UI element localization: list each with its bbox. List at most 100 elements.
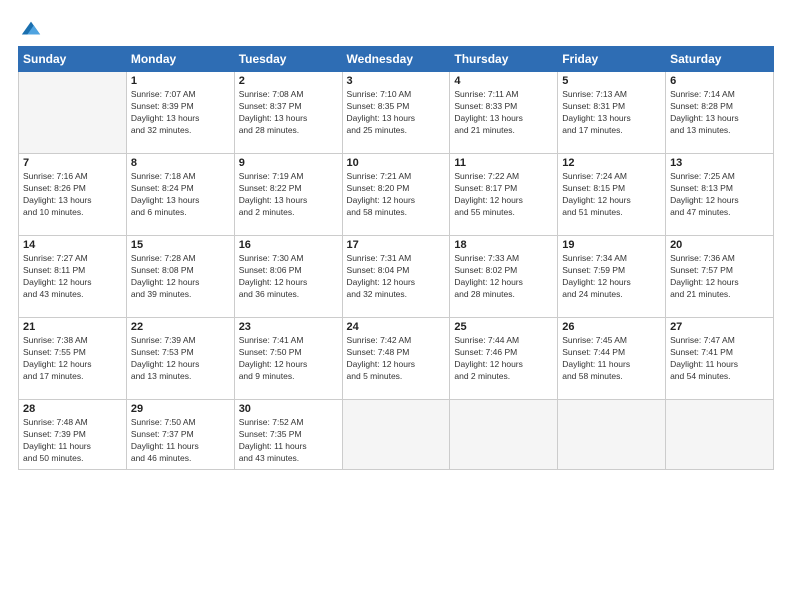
calendar-cell: 3 Sunrise: 7:10 AM Sunset: 8:35 PM Daylig… <box>342 72 450 154</box>
calendar-week-5: 28 Sunrise: 7:48 AM Sunset: 7:39 PM Dayli… <box>19 400 774 470</box>
day-number: 23 <box>239 321 338 333</box>
calendar-cell: 29 Sunrise: 7:50 AM Sunset: 7:37 PM Dayli… <box>126 400 234 470</box>
day-number: 17 <box>347 239 446 251</box>
day-number: 13 <box>670 157 769 169</box>
day-number: 14 <box>23 239 122 251</box>
day-number: 24 <box>347 321 446 333</box>
day-info: Sunrise: 7:13 AM Sunset: 8:31 PM Dayligh… <box>562 89 661 137</box>
day-info: Sunrise: 7:11 AM Sunset: 8:33 PM Dayligh… <box>454 89 553 137</box>
day-info: Sunrise: 7:30 AM Sunset: 8:06 PM Dayligh… <box>239 253 338 301</box>
calendar-cell: 13 Sunrise: 7:25 AM Sunset: 8:13 PM Dayli… <box>666 154 774 236</box>
calendar-cell: 23 Sunrise: 7:41 AM Sunset: 7:50 PM Dayli… <box>234 318 342 400</box>
day-number: 9 <box>239 157 338 169</box>
calendar-cell: 16 Sunrise: 7:30 AM Sunset: 8:06 PM Dayli… <box>234 236 342 318</box>
day-info: Sunrise: 7:14 AM Sunset: 8:28 PM Dayligh… <box>670 89 769 137</box>
calendar-table: SundayMondayTuesdayWednesdayThursdayFrid… <box>18 46 774 470</box>
calendar-cell: 26 Sunrise: 7:45 AM Sunset: 7:44 PM Dayli… <box>558 318 666 400</box>
day-info: Sunrise: 7:42 AM Sunset: 7:48 PM Dayligh… <box>347 335 446 383</box>
day-number: 8 <box>131 157 230 169</box>
day-info: Sunrise: 7:10 AM Sunset: 8:35 PM Dayligh… <box>347 89 446 137</box>
header-saturday: Saturday <box>666 47 774 72</box>
header-friday: Friday <box>558 47 666 72</box>
day-number: 26 <box>562 321 661 333</box>
calendar-cell: 1 Sunrise: 7:07 AM Sunset: 8:39 PM Daylig… <box>126 72 234 154</box>
day-info: Sunrise: 7:47 AM Sunset: 7:41 PM Dayligh… <box>670 335 769 383</box>
calendar-cell <box>342 400 450 470</box>
day-number: 29 <box>131 403 230 415</box>
day-number: 5 <box>562 75 661 87</box>
calendar-cell: 19 Sunrise: 7:34 AM Sunset: 7:59 PM Dayli… <box>558 236 666 318</box>
calendar-cell: 2 Sunrise: 7:08 AM Sunset: 8:37 PM Daylig… <box>234 72 342 154</box>
day-number: 12 <box>562 157 661 169</box>
logo-icon <box>20 18 42 40</box>
day-number: 2 <box>239 75 338 87</box>
day-number: 20 <box>670 239 769 251</box>
day-info: Sunrise: 7:39 AM Sunset: 7:53 PM Dayligh… <box>131 335 230 383</box>
calendar-cell: 27 Sunrise: 7:47 AM Sunset: 7:41 PM Dayli… <box>666 318 774 400</box>
day-info: Sunrise: 7:36 AM Sunset: 7:57 PM Dayligh… <box>670 253 769 301</box>
calendar-cell: 6 Sunrise: 7:14 AM Sunset: 8:28 PM Daylig… <box>666 72 774 154</box>
calendar-cell <box>450 400 558 470</box>
calendar-cell <box>558 400 666 470</box>
calendar-week-1: 1 Sunrise: 7:07 AM Sunset: 8:39 PM Daylig… <box>19 72 774 154</box>
day-number: 11 <box>454 157 553 169</box>
calendar-cell: 9 Sunrise: 7:19 AM Sunset: 8:22 PM Daylig… <box>234 154 342 236</box>
day-info: Sunrise: 7:45 AM Sunset: 7:44 PM Dayligh… <box>562 335 661 383</box>
day-info: Sunrise: 7:44 AM Sunset: 7:46 PM Dayligh… <box>454 335 553 383</box>
calendar-cell: 25 Sunrise: 7:44 AM Sunset: 7:46 PM Dayli… <box>450 318 558 400</box>
day-number: 7 <box>23 157 122 169</box>
day-info: Sunrise: 7:33 AM Sunset: 8:02 PM Dayligh… <box>454 253 553 301</box>
day-info: Sunrise: 7:41 AM Sunset: 7:50 PM Dayligh… <box>239 335 338 383</box>
day-number: 19 <box>562 239 661 251</box>
calendar-cell: 11 Sunrise: 7:22 AM Sunset: 8:17 PM Dayli… <box>450 154 558 236</box>
day-info: Sunrise: 7:25 AM Sunset: 8:13 PM Dayligh… <box>670 171 769 219</box>
logo <box>18 18 42 36</box>
day-number: 6 <box>670 75 769 87</box>
day-number: 27 <box>670 321 769 333</box>
header-sunday: Sunday <box>19 47 127 72</box>
calendar-cell: 24 Sunrise: 7:42 AM Sunset: 7:48 PM Dayli… <box>342 318 450 400</box>
header-tuesday: Tuesday <box>234 47 342 72</box>
day-number: 25 <box>454 321 553 333</box>
header-wednesday: Wednesday <box>342 47 450 72</box>
calendar-week-2: 7Sunrise: 7:16 AM Sunset: 8:26 PM Daylig… <box>19 154 774 236</box>
day-info: Sunrise: 7:24 AM Sunset: 8:15 PM Dayligh… <box>562 171 661 219</box>
calendar-cell: 18 Sunrise: 7:33 AM Sunset: 8:02 PM Dayli… <box>450 236 558 318</box>
day-number: 4 <box>454 75 553 87</box>
day-number: 10 <box>347 157 446 169</box>
day-info: Sunrise: 7:50 AM Sunset: 7:37 PM Dayligh… <box>131 417 230 465</box>
calendar-cell <box>19 72 127 154</box>
day-info: Sunrise: 7:31 AM Sunset: 8:04 PM Dayligh… <box>347 253 446 301</box>
day-number: 1 <box>131 75 230 87</box>
day-info: Sunrise: 7:08 AM Sunset: 8:37 PM Dayligh… <box>239 89 338 137</box>
day-info: Sunrise: 7:34 AM Sunset: 7:59 PM Dayligh… <box>562 253 661 301</box>
day-info: Sunrise: 7:07 AM Sunset: 8:39 PM Dayligh… <box>131 89 230 137</box>
calendar-cell: 4 Sunrise: 7:11 AM Sunset: 8:33 PM Daylig… <box>450 72 558 154</box>
header-thursday: Thursday <box>450 47 558 72</box>
day-info: Sunrise: 7:48 AM Sunset: 7:39 PM Dayligh… <box>23 417 122 465</box>
calendar-cell: 8 Sunrise: 7:18 AM Sunset: 8:24 PM Daylig… <box>126 154 234 236</box>
day-info: Sunrise: 7:21 AM Sunset: 8:20 PM Dayligh… <box>347 171 446 219</box>
day-info: Sunrise: 7:18 AM Sunset: 8:24 PM Dayligh… <box>131 171 230 219</box>
page-header <box>18 18 774 36</box>
calendar-cell: 12 Sunrise: 7:24 AM Sunset: 8:15 PM Dayli… <box>558 154 666 236</box>
day-info: Sunrise: 7:19 AM Sunset: 8:22 PM Dayligh… <box>239 171 338 219</box>
calendar-cell: 5 Sunrise: 7:13 AM Sunset: 8:31 PM Daylig… <box>558 72 666 154</box>
day-number: 28 <box>23 403 122 415</box>
header-monday: Monday <box>126 47 234 72</box>
day-number: 16 <box>239 239 338 251</box>
day-number: 18 <box>454 239 553 251</box>
day-info: Sunrise: 7:28 AM Sunset: 8:08 PM Dayligh… <box>131 253 230 301</box>
calendar-week-3: 14 Sunrise: 7:27 AM Sunset: 8:11 PM Dayli… <box>19 236 774 318</box>
calendar-cell: 7Sunrise: 7:16 AM Sunset: 8:26 PM Daylig… <box>19 154 127 236</box>
calendar-cell: 30Sunrise: 7:52 AM Sunset: 7:35 PM Dayli… <box>234 400 342 470</box>
day-number: 3 <box>347 75 446 87</box>
day-info: Sunrise: 7:27 AM Sunset: 8:11 PM Dayligh… <box>23 253 122 301</box>
calendar-cell: 20 Sunrise: 7:36 AM Sunset: 7:57 PM Dayli… <box>666 236 774 318</box>
day-number: 22 <box>131 321 230 333</box>
calendar-cell: 10 Sunrise: 7:21 AM Sunset: 8:20 PM Dayli… <box>342 154 450 236</box>
calendar-cell: 21Sunrise: 7:38 AM Sunset: 7:55 PM Dayli… <box>19 318 127 400</box>
day-info: Sunrise: 7:22 AM Sunset: 8:17 PM Dayligh… <box>454 171 553 219</box>
calendar-header-row: SundayMondayTuesdayWednesdayThursdayFrid… <box>19 47 774 72</box>
day-number: 15 <box>131 239 230 251</box>
